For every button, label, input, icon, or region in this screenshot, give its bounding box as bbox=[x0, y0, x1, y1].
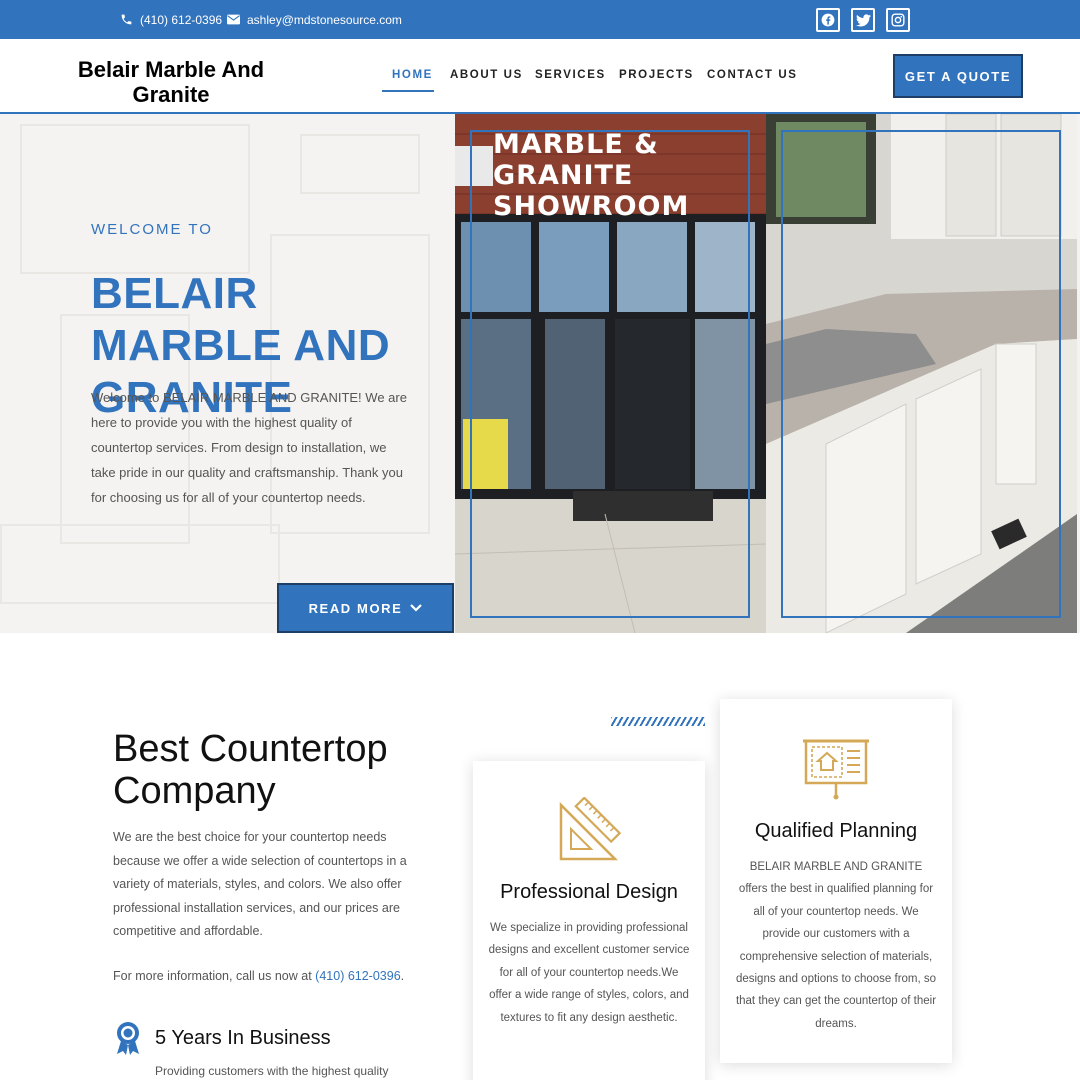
nav-about-us[interactable]: ABOUT US bbox=[450, 69, 523, 81]
photo-frame bbox=[781, 130, 1061, 618]
read-more-button[interactable]: READ MORE bbox=[277, 583, 454, 633]
twitter-icon bbox=[855, 13, 871, 26]
call-phone-link[interactable]: (410) 612-0396 bbox=[315, 969, 400, 983]
hero-section: WELCOME TO BELAIR MARBLE AND GRANITE Wel… bbox=[0, 114, 1080, 633]
instagram-link[interactable] bbox=[886, 8, 910, 32]
active-nav-indicator bbox=[382, 90, 434, 92]
twitter-link[interactable] bbox=[851, 8, 875, 32]
nav-projects[interactable]: PROJECTS bbox=[619, 69, 694, 81]
call-prefix: For more information, call us now at bbox=[113, 969, 316, 983]
phone-text: (410) 612-0396 bbox=[140, 12, 223, 27]
top-bar: (410) 612-0396 ashley@mdstonesource.com bbox=[0, 0, 1080, 39]
get-a-quote-button[interactable]: GET A QUOTE bbox=[893, 54, 1023, 98]
read-more-label: READ MORE bbox=[308, 600, 403, 616]
feature-description: Providing customers with the highest qua… bbox=[155, 1064, 389, 1078]
nav-contact-us[interactable]: CONTACT US bbox=[707, 69, 798, 81]
hero-text-panel: WELCOME TO BELAIR MARBLE AND GRANITE Wel… bbox=[0, 114, 455, 633]
decorative-stripes bbox=[611, 717, 705, 726]
photo-frame bbox=[470, 130, 750, 618]
chevron-down-icon bbox=[410, 604, 423, 612]
professional-design-card: Professional Design We specialize in pro… bbox=[473, 761, 705, 1080]
card-title: Professional Design bbox=[500, 881, 678, 903]
award-ribbon-icon bbox=[113, 1021, 143, 1060]
hero-description: Welcome to BELAIR MARBLE AND GRANITE! We… bbox=[91, 390, 407, 505]
showroom-photo: MARBLE & GRANITE SHOWROOM bbox=[455, 114, 766, 633]
envelope-icon bbox=[227, 14, 240, 25]
call-suffix: . bbox=[400, 969, 405, 983]
hero-eyebrow: WELCOME TO bbox=[91, 221, 213, 238]
card-description: We specialize in providing professional … bbox=[488, 922, 690, 1024]
nav-home[interactable]: HOME bbox=[392, 69, 433, 81]
feature-title: 5 Years In Business bbox=[155, 1027, 331, 1049]
nav-services[interactable]: SERVICES bbox=[535, 69, 606, 81]
blueprint-board-icon bbox=[803, 735, 869, 806]
card-title: Qualified Planning bbox=[754, 820, 918, 842]
about-title: Best Countertop Company bbox=[113, 728, 388, 812]
card-description: BELAIR MARBLE AND GRANITE offers the bes… bbox=[735, 861, 937, 1030]
site-header: Belair Marble And Granite HOME ABOUT US … bbox=[0, 39, 1080, 114]
instagram-icon bbox=[891, 13, 905, 27]
about-description: We are the best choice for your countert… bbox=[113, 830, 407, 938]
set-square-ruler-icon bbox=[557, 796, 622, 868]
about-call: For more information, call us now at (41… bbox=[113, 965, 433, 987]
qualified-planning-card: Qualified Planning BELAIR MARBLE AND GRA… bbox=[720, 699, 952, 1063]
facebook-link[interactable] bbox=[816, 8, 840, 32]
facebook-icon bbox=[821, 13, 835, 27]
topbar-phone[interactable]: (410) 612-0396 bbox=[120, 0, 222, 39]
email-text: ashley@mdstonesource.com bbox=[247, 12, 402, 27]
phone-icon bbox=[121, 14, 132, 25]
site-logo[interactable]: Belair Marble And Granite bbox=[60, 57, 282, 107]
topbar-email[interactable]: ashley@mdstonesource.com bbox=[227, 0, 402, 39]
kitchen-photo bbox=[766, 114, 1077, 633]
